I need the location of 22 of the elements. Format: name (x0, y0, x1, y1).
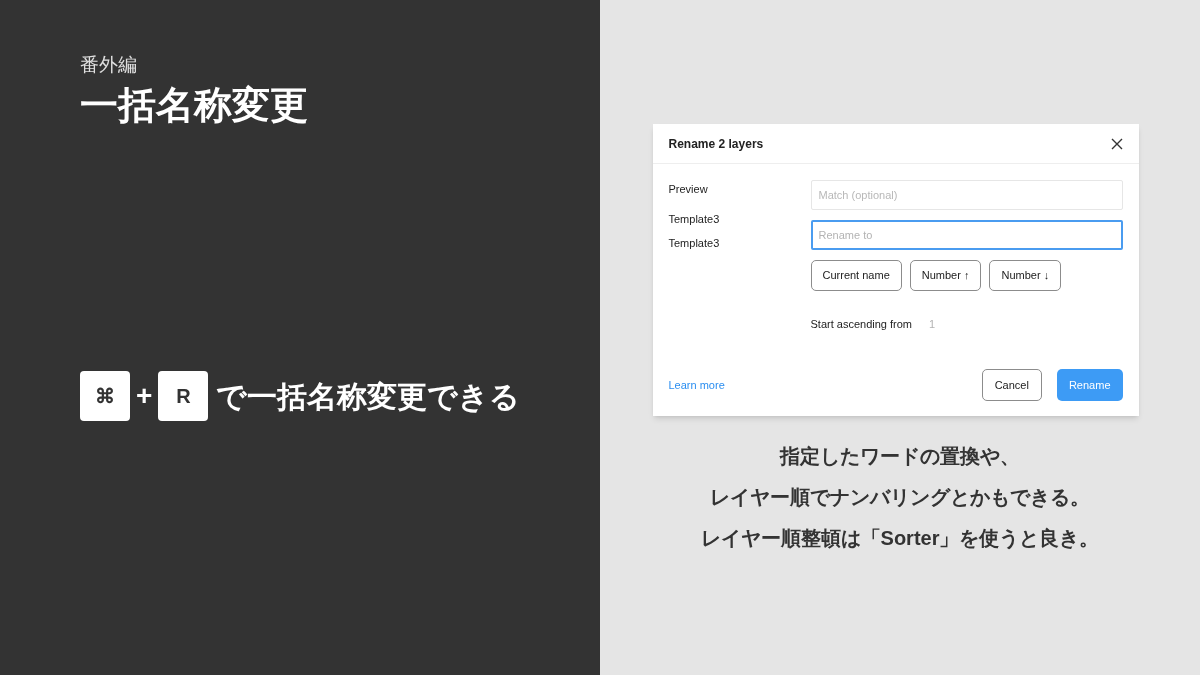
close-icon[interactable] (1110, 137, 1123, 150)
shortcut-description: で一括名称変更できる (216, 378, 521, 415)
keyboard-key: ⌘ (80, 371, 130, 421)
caption-line: 指定したワードの置換や、 (780, 444, 1020, 469)
learn-more-link[interactable]: Learn more (668, 376, 725, 394)
caption-line: レイヤー順整頓は「Sorter」を使うと良き。 (700, 526, 1100, 551)
cancel-button[interactable]: Cancel (981, 369, 1042, 401)
slide-subtitle: 番外編 (80, 53, 137, 77)
preview-label: Preview (668, 182, 708, 197)
token-button[interactable]: Current name (810, 260, 902, 291)
match-field[interactable]: Match (optional) (810, 180, 1123, 210)
start-ascending-label: Start ascending from (810, 317, 912, 332)
token-button[interactable]: Number ↑ (909, 260, 982, 291)
keyboard-key: R (158, 371, 209, 421)
caption-line: レイヤー順でナンバリングとかもできる。 (710, 485, 1090, 510)
plus-sign: + (136, 379, 153, 413)
rename-field[interactable]: Rename to (810, 220, 1123, 250)
slide-title: 一括名称変更 (80, 83, 308, 128)
preview-item: Template3 (668, 212, 720, 227)
dialog-title: Rename 2 layers (668, 135, 764, 153)
preview-item: Template3 (668, 236, 720, 251)
token-button[interactable]: Number ↓ (989, 260, 1062, 291)
